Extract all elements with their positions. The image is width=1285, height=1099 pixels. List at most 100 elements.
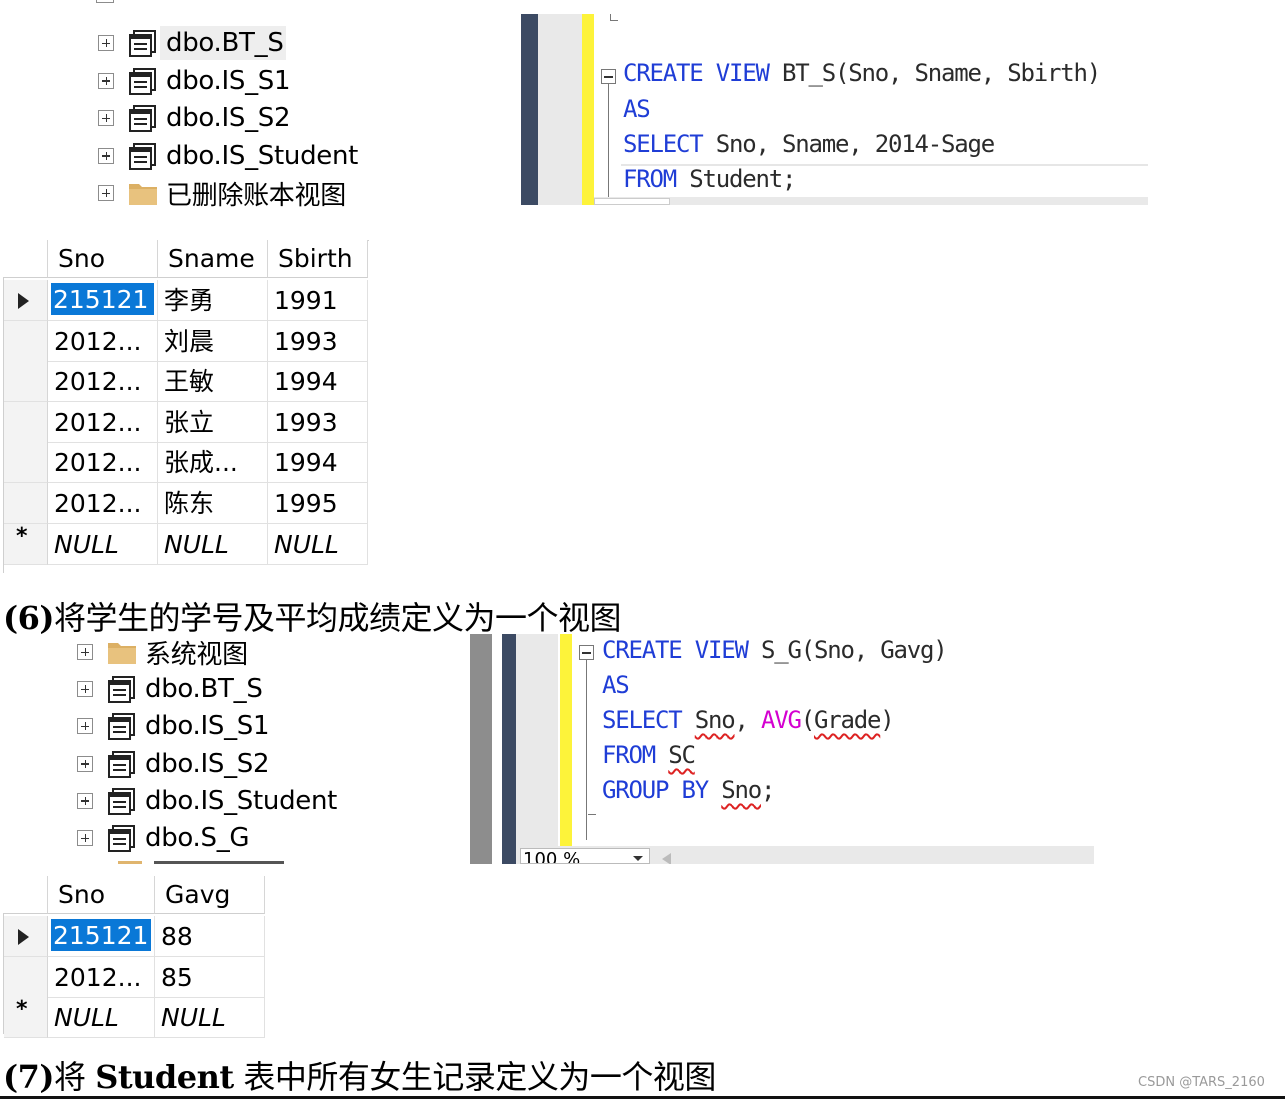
row-header[interactable] <box>4 401 48 443</box>
row-header[interactable]: * <box>4 997 48 1039</box>
tree-node[interactable]: dbo.IS_S2 <box>98 100 291 136</box>
new-row-cell[interactable]: NULL <box>155 997 265 1039</box>
tree-node[interactable]: dbo.IS_Student <box>77 783 337 819</box>
grid-cell[interactable]: 2012... <box>48 442 158 484</box>
new-row-cell[interactable]: NULL <box>158 523 268 565</box>
row-header[interactable] <box>4 320 48 362</box>
tree-node[interactable]: dbo.IS_S1 <box>77 708 270 744</box>
tree-node[interactable]: dbo.IS_S1 <box>98 63 291 99</box>
collapse-region-button[interactable] <box>601 69 616 84</box>
row-header[interactable] <box>4 361 48 403</box>
editor-left-border <box>521 14 538 205</box>
splitter-bar[interactable] <box>470 634 492 864</box>
new-row-marker: * <box>16 997 28 1023</box>
row-header[interactable]: * <box>4 523 48 565</box>
zoom-dropdown[interactable]: 100 % <box>520 848 650 864</box>
grid-cell[interactable]: 2012... <box>48 361 158 403</box>
grid-cell[interactable]: 215121 <box>48 916 155 957</box>
results-grid-2[interactable]: Sno Gavg 215121 88 2012... 85 * NULL NULL <box>3 876 265 1039</box>
code-line-4[interactable]: FROM SC <box>602 741 696 769</box>
query-editor-1[interactable]: CREATE VIEW BT_S(Sno, Sname, Sbirth) AS … <box>521 14 1148 205</box>
grid-cell[interactable]: 陈东 <box>158 483 268 524</box>
grid-cell[interactable]: 刘晨 <box>158 320 268 362</box>
view-icon <box>129 67 156 95</box>
grid-cell[interactable]: 张成... <box>158 442 268 484</box>
grid-cell[interactable]: 张立 <box>158 401 268 443</box>
new-row-cell[interactable]: NULL <box>48 997 155 1039</box>
expand-icon[interactable] <box>98 185 114 201</box>
tree-node[interactable]: dbo.IS_Student <box>98 138 358 174</box>
expand-icon[interactable] <box>77 792 93 809</box>
grid-cell[interactable]: 1993 <box>268 320 368 362</box>
grid-cell[interactable]: 88 <box>155 916 265 957</box>
code-line-1[interactable]: CREATE VIEW BT_S(Sno, Sname, Sbirth) <box>623 59 1101 87</box>
grid-cell[interactable]: 1994 <box>268 361 368 403</box>
grid-cell[interactable]: 王敏 <box>158 361 268 403</box>
code-line-4[interactable]: FROM Student; <box>623 165 796 193</box>
new-row-cell[interactable]: NULL <box>48 523 158 565</box>
grid-cell[interactable]: 李勇 <box>158 280 268 321</box>
tree-node[interactable]: dbo.IS_S2 <box>77 746 270 782</box>
view-icon <box>129 142 156 170</box>
grid-cell[interactable]: 215121 <box>48 280 158 321</box>
row-header[interactable] <box>4 442 48 484</box>
grid-cell[interactable]: 2012... <box>48 320 158 362</box>
scroll-left-icon[interactable] <box>662 853 671 864</box>
object-explorer-tree-2: 系统视图 dbo.BT_S dbo.IS_S1 dbo.IS_S2 dbo.IS_Stu… <box>0 632 380 864</box>
change-tracking-bar <box>582 14 594 205</box>
tree-node-label: dbo.IS_S2 <box>145 748 270 779</box>
tree-node[interactable]: dbo.BT_S <box>98 25 284 61</box>
code-line-1[interactable]: CREATE VIEW S_G(Sno, Gavg) <box>602 636 948 664</box>
column-header[interactable]: Sname <box>158 240 268 278</box>
zoom-box[interactable] <box>594 198 670 205</box>
tree-node[interactable]: dbo.S_G <box>77 820 250 856</box>
view-icon <box>108 713 135 741</box>
expand-icon[interactable] <box>77 644 93 660</box>
row-header[interactable] <box>4 956 48 998</box>
new-row-cell[interactable]: NULL <box>268 523 368 565</box>
expand-icon[interactable] <box>98 110 114 126</box>
expand-icon[interactable] <box>98 147 114 164</box>
row-header[interactable] <box>4 280 48 321</box>
cut-off-tree-row <box>118 861 288 864</box>
column-header[interactable]: Sno <box>48 876 155 914</box>
grid-cell[interactable]: 1991 <box>268 280 368 321</box>
grid-corner[interactable] <box>3 876 48 914</box>
column-header[interactable]: Gavg <box>155 876 265 914</box>
collapse-region-button[interactable] <box>579 645 594 660</box>
horizontal-scrollbar[interactable] <box>594 197 1148 205</box>
grid-cell[interactable]: 2012... <box>48 401 158 443</box>
grid-cell[interactable]: 2012... <box>48 956 155 998</box>
grid-corner[interactable] <box>3 240 48 278</box>
editor-left-border <box>502 634 516 864</box>
tree-node-label: dbo.IS_S1 <box>145 711 270 742</box>
expand-icon[interactable] <box>98 35 114 51</box>
tree-node[interactable]: 系统视图 <box>77 634 248 670</box>
column-header[interactable]: Sbirth <box>268 240 368 278</box>
column-header[interactable]: Sno <box>48 240 158 278</box>
expand-icon[interactable] <box>77 718 93 735</box>
tree-node[interactable]: dbo.BT_S <box>77 671 263 707</box>
query-editor-2[interactable]: CREATE VIEW S_G(Sno, Gavg) AS SELECT Sno… <box>470 634 1094 864</box>
expand-icon[interactable] <box>77 755 93 772</box>
tree-node[interactable]: 已删除账本视图 <box>98 175 346 211</box>
selected-cell-value[interactable]: 215121 <box>51 283 154 315</box>
code-line-2[interactable]: AS <box>602 671 630 699</box>
grid-cell[interactable]: 2012... <box>48 483 158 524</box>
results-grid-1[interactable]: Sno Sname Sbirth 215121 李勇 1991 2012... 刘晨 1993 2… <box>3 240 369 573</box>
tree-node-label: dbo.BT_S <box>166 28 284 58</box>
row-header[interactable] <box>4 916 48 957</box>
expand-icon[interactable] <box>77 830 93 846</box>
row-header[interactable] <box>4 483 48 524</box>
code-line-5[interactable]: GROUP BY Sno; <box>602 776 775 804</box>
grid-cell[interactable]: 85 <box>155 956 265 998</box>
selected-cell-value[interactable]: 215121 <box>51 919 151 951</box>
grid-cell[interactable]: 1993 <box>268 401 368 443</box>
code-line-3[interactable]: SELECT Sno, Sname, 2014-Sage <box>623 130 995 158</box>
grid-cell[interactable]: 1994 <box>268 442 368 484</box>
code-line-2[interactable]: AS <box>623 95 651 123</box>
expand-icon[interactable] <box>77 681 93 698</box>
expand-icon[interactable] <box>98 72 114 89</box>
code-line-3[interactable]: SELECT Sno, AVG(Grade) <box>602 706 895 734</box>
grid-cell[interactable]: 1995 <box>268 483 368 524</box>
